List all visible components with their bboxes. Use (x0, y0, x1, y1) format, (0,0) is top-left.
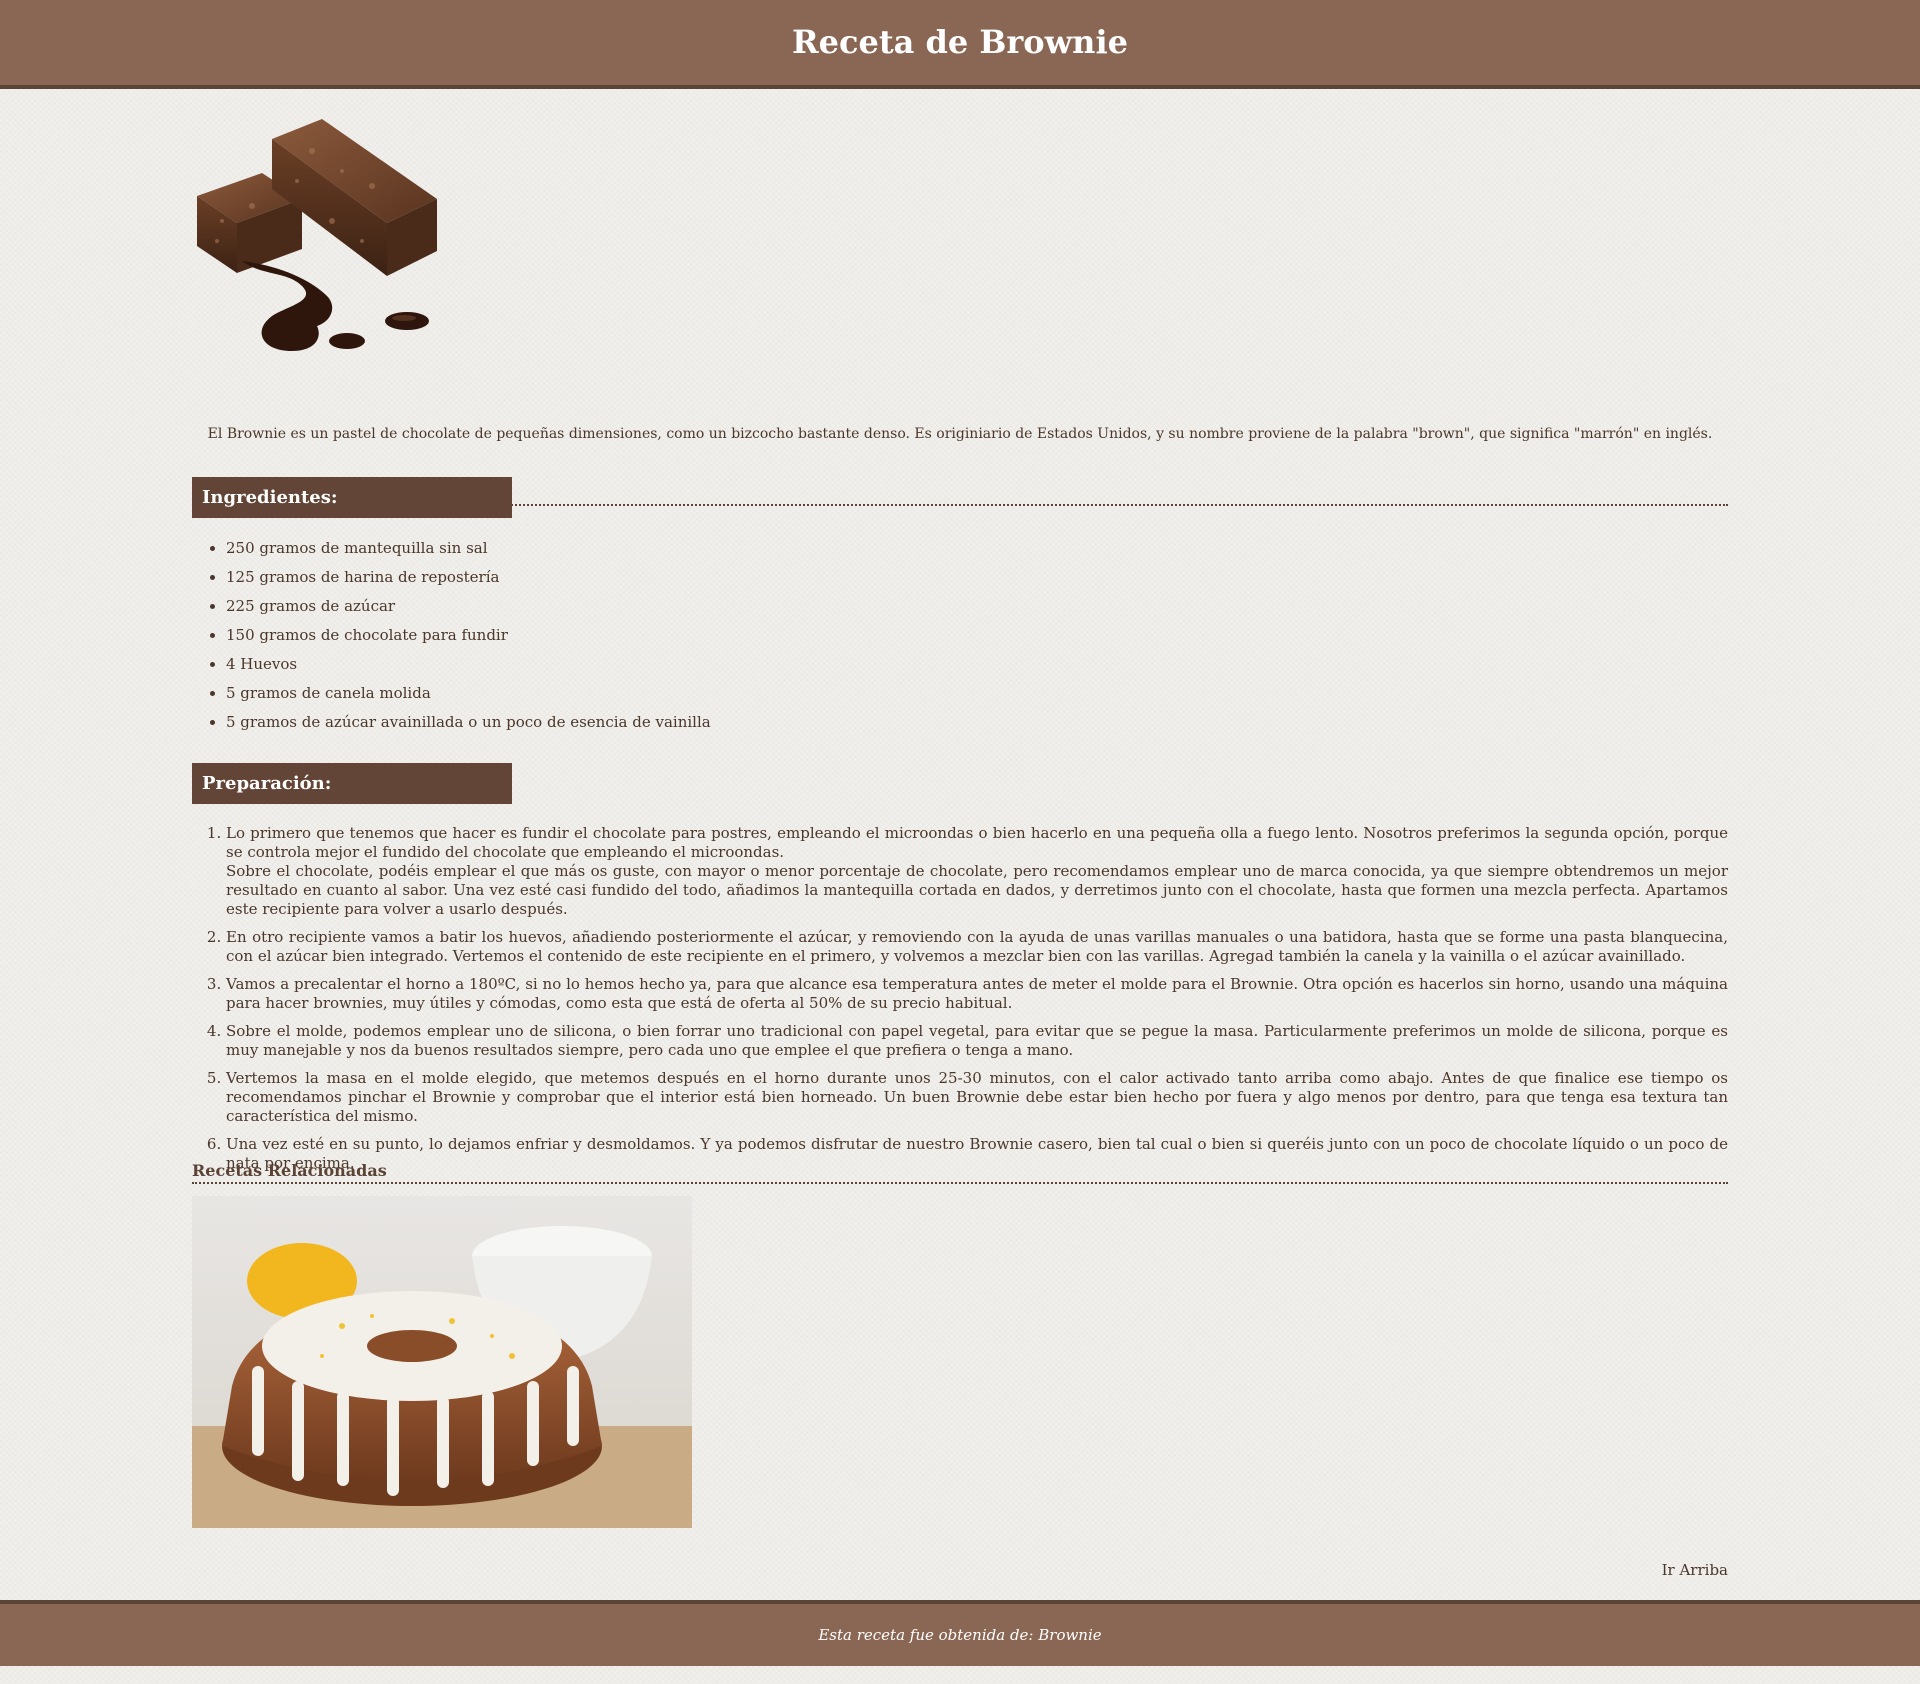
ingredients-heading: Ingredientes: (202, 487, 338, 508)
step-text: Sobre el chocolate, podéis emplear el qu… (226, 862, 1728, 918)
list-item: Lo primero que tenemos que hacer es fund… (226, 824, 1728, 919)
page-header: Receta de Brownie (0, 0, 1920, 89)
recipe-intro: El Brownie es un pastel de chocolate de … (207, 426, 1713, 442)
list-item: 225 gramos de azúcar (226, 592, 711, 621)
brownie-image (197, 119, 437, 351)
preparation-heading: Preparación: (202, 773, 332, 794)
related-recipe-image[interactable] (192, 1196, 692, 1528)
list-item: En otro recipiente vamos a batir los hue… (226, 928, 1728, 966)
list-item: 5 gramos de azúcar avainillada o un poco… (226, 708, 711, 737)
ingredients-list: 250 gramos de mantequilla sin sal 125 gr… (192, 534, 711, 737)
go-to-top-link[interactable]: Ir Arriba (1662, 1561, 1728, 1579)
preparation-heading-bar: Preparación: (192, 763, 512, 804)
ingredients-heading-bar: Ingredientes: (192, 477, 512, 518)
preparation-steps: Lo primero que tenemos que hacer es fund… (192, 824, 1728, 1182)
step-text: Lo primero que tenemos que hacer es fund… (226, 824, 1728, 861)
list-item: Sobre el molde, podemos emplear uno de s… (226, 1022, 1728, 1060)
list-item: 150 gramos de chocolate para fundir (226, 621, 711, 650)
list-item: 250 gramos de mantequilla sin sal (226, 534, 711, 563)
footer-text: Esta receta fue obtenida de: Brownie (818, 1626, 1102, 1644)
list-item: Vertemos la masa en el molde elegido, qu… (226, 1069, 1728, 1126)
list-item: 125 gramos de harina de repostería (226, 563, 711, 592)
list-item: 5 gramos de canela molida (226, 679, 711, 708)
page-footer: Esta receta fue obtenida de: Brownie (0, 1600, 1920, 1666)
related-recipes-heading: Recetas Relacionadas (192, 1160, 1728, 1184)
related-heading-text: Recetas Relacionadas (192, 1161, 387, 1180)
list-item: Vamos a precalentar el horno a 180ºC, si… (226, 975, 1728, 1013)
page-title: Receta de Brownie (792, 23, 1128, 61)
list-item: 4 Huevos (226, 650, 711, 679)
